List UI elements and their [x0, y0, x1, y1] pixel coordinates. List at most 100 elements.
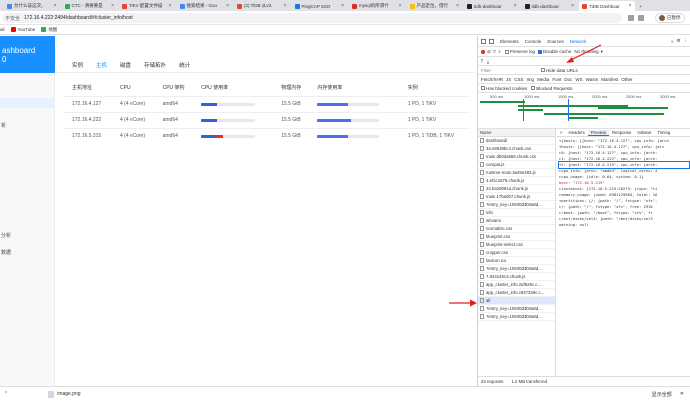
blocked-cookies-checkbox[interactable]: [481, 86, 485, 90]
download-icon[interactable]: ⤓: [487, 59, 489, 64]
type-filter-js[interactable]: JS: [506, 77, 511, 82]
profile-button[interactable]: 已暂停: [655, 13, 685, 23]
list-item[interactable]: normalize.css: [478, 225, 555, 233]
list-item[interactable]: all: [478, 297, 555, 305]
device-toolbar-icon[interactable]: [489, 38, 494, 44]
bookmark-maps[interactable]: 地图: [41, 27, 57, 33]
list-item[interactable]: ?entry_key=10930d3b0a8d...: [478, 313, 555, 321]
chevron-up-icon[interactable]: ⌃: [4, 391, 8, 397]
type-filter-wasm[interactable]: Wasm: [586, 77, 599, 82]
close-tab-icon[interactable]: ×: [397, 3, 402, 9]
close-tab-icon[interactable]: ×: [167, 3, 172, 9]
list-item[interactable]: ?entry_key=10930d3b0a8d...: [478, 265, 555, 273]
column-header[interactable]: CPU: [112, 80, 155, 96]
show-all-downloads-button[interactable]: 显示全部: [652, 391, 672, 398]
browser-tab[interactable]: tidb-dashboar ×: [522, 1, 578, 11]
browser-tab[interactable]: CTC - 清要要是 ×: [62, 1, 118, 11]
type-filter-fetchxhr[interactable]: Fetch/XHR: [481, 77, 503, 82]
column-header[interactable]: 内存使用率: [309, 80, 399, 96]
hide-data-urls-checkbox[interactable]: [541, 68, 545, 72]
list-item[interactable]: compat.js: [478, 161, 555, 169]
type-filter-ws[interactable]: WS: [575, 77, 582, 82]
filter-input[interactable]: Filter: [481, 68, 541, 73]
browser-tab[interactable]: TiDB Dashboar ×: [579, 1, 635, 11]
type-filter-doc[interactable]: Doc: [564, 77, 572, 82]
close-icon[interactable]: ✕: [680, 391, 684, 397]
inspect-icon[interactable]: [481, 38, 486, 44]
list-item[interactable]: main.17ba0b7.chunk.js: [478, 193, 555, 201]
detail-tab-timing[interactable]: Timing: [655, 130, 674, 135]
close-tab-icon[interactable]: ×: [224, 3, 229, 9]
insecure-label[interactable]: 不安全: [5, 15, 20, 22]
sidebar-item-data[interactable]: 数据: [0, 247, 55, 257]
type-filter-css[interactable]: CSS: [514, 77, 523, 82]
bookmark-star-icon[interactable]: [628, 15, 634, 21]
list-item[interactable]: whoami: [478, 217, 555, 225]
network-overview-timeline[interactable]: 500 ms 1000 ms 1500 ms 2000 ms 2500 ms 3000 m…: [478, 93, 690, 129]
sidebar-item-analysis[interactable]: 析: [0, 120, 55, 130]
close-tab-icon[interactable]: ×: [109, 3, 114, 9]
type-filter-font[interactable]: Font: [552, 77, 561, 82]
list-item[interactable]: info: [478, 209, 555, 217]
sidebar-item-diagnose[interactable]: 分析: [0, 230, 55, 240]
detail-tab-initiator[interactable]: Initiator: [634, 130, 654, 135]
close-tab-icon[interactable]: ×: [282, 3, 287, 9]
table-row[interactable]: 172.16.4.127 4 (4 vCore) amd64 15.5 GiB 1 PD…: [64, 95, 470, 112]
browser-tab[interactable]: (2) TiDB 从v3. ×: [234, 1, 290, 11]
list-item[interactable]: dashboard/: [478, 137, 555, 145]
list-item[interactable]: blueprint.css: [478, 233, 555, 241]
name-column-header[interactable]: Name: [478, 129, 555, 137]
filter-icon[interactable]: ▽: [493, 49, 496, 55]
detail-tab-headers[interactable]: Headers: [566, 130, 588, 135]
extensions-icon[interactable]: [638, 15, 644, 21]
type-filter-img[interactable]: Img: [527, 77, 535, 82]
browser-tab[interactable]: mysql的所谓什 ×: [349, 1, 405, 11]
bookmark-youtube[interactable]: YouTube: [10, 27, 35, 32]
browser-tab[interactable]: 为什么该这次， ×: [4, 1, 60, 11]
devtools-tab-elements[interactable]: Elements: [497, 39, 522, 44]
list-item[interactable]: app_cluster_info.2af929c.c...: [478, 281, 555, 289]
table-row[interactable]: 172.16.4.222 4 (4 vCore) amd64 15.5 GiB 1 PD…: [64, 111, 470, 128]
browser-tab[interactable]: PingCAP SSO ×: [292, 1, 348, 11]
list-item[interactable]: ?entry_key=10930d3b0a8d...: [478, 305, 555, 313]
detail-tab-response[interactable]: Response: [609, 130, 634, 135]
new-tab-button[interactable]: +: [637, 1, 646, 11]
search-icon[interactable]: ⌕: [498, 49, 501, 54]
browser-tab[interactable]: TiKV 配置文件描 ×: [119, 1, 175, 11]
close-detail-icon[interactable]: ×: [557, 130, 566, 135]
address-bar[interactable]: 不安全 172.16.4.222:2494/dashboard/#/cluste…: [2, 13, 622, 23]
list-item[interactable]: 7.844145c3.chunk.js: [478, 273, 555, 281]
preview-line[interactable]: warning: null: [559, 222, 689, 228]
blocked-requests-checkbox[interactable]: [531, 86, 536, 90]
table-row[interactable]: 172.16.5.215 4 (4 vCore) amd64 15.5 GiB 1 PD…: [64, 127, 470, 144]
close-tab-icon[interactable]: ×: [339, 3, 344, 9]
list-item[interactable]: app_cluster_info.c847339c.c...: [478, 289, 555, 297]
record-icon[interactable]: [481, 49, 485, 54]
close-tab-icon[interactable]: ×: [454, 3, 459, 9]
upload-icon[interactable]: ⤒: [481, 59, 483, 64]
download-filename[interactable]: image.png: [57, 391, 80, 397]
list-item[interactable]: blueprint-select.css: [478, 241, 555, 249]
type-filter-manifest[interactable]: Manifest: [601, 77, 618, 82]
list-item[interactable]: 34.e8539bc4.chunk.css: [478, 145, 555, 153]
preserve-log-checkbox[interactable]: [504, 49, 509, 54]
browser-tab[interactable]: 产品定位，借行 ×: [407, 1, 463, 11]
close-tab-icon[interactable]: ×: [512, 3, 517, 9]
column-header[interactable]: 主机地址: [64, 80, 112, 96]
column-header[interactable]: 实例: [400, 80, 470, 96]
list-item[interactable]: ?entry_key=10930d3b0a8d...: [478, 201, 555, 209]
bookmark-item[interactable]: ail: [0, 27, 5, 32]
list-item[interactable]: 24.ba19081a.chunk.js: [478, 185, 555, 193]
list-item[interactable]: cropper.css: [478, 249, 555, 257]
list-item[interactable]: favicon.ico: [478, 257, 555, 265]
list-item[interactable]: 4.ef1c1579.chunk.js: [478, 177, 555, 185]
kebab-menu-icon[interactable]: ⋮: [684, 38, 689, 44]
list-item[interactable]: runtime-main.3a49e483.js: [478, 169, 555, 177]
url-text[interactable]: 172.16.4.222:2494/dashboard/#/cluster_in…: [24, 15, 133, 21]
devtools-tab-console[interactable]: Console: [522, 39, 545, 44]
clear-icon[interactable]: ⊘: [487, 49, 491, 55]
column-header[interactable]: CPU 使用率: [193, 80, 273, 96]
disable-cache-checkbox[interactable]: [538, 49, 543, 54]
gear-icon[interactable]: ⚙: [676, 38, 680, 44]
close-tab-icon[interactable]: ×: [52, 3, 57, 9]
